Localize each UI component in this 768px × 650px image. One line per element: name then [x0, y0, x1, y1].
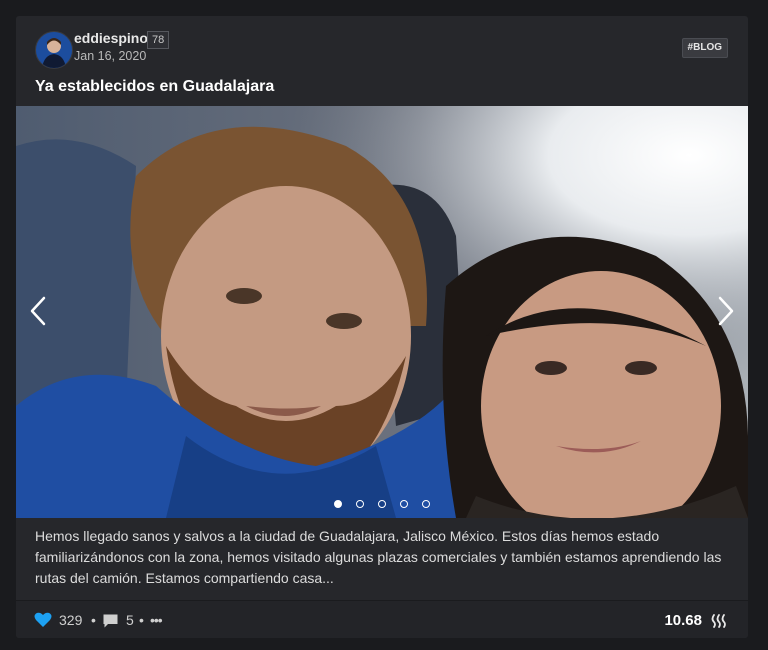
post-card: eddiespino 78 Jan 16, 2020 #BLOG Ya esta… — [16, 16, 748, 638]
more-icon[interactable]: ••• — [150, 612, 163, 628]
post-footer: 329 • 5 • ••• 10.68 — [16, 600, 748, 638]
carousel-dot[interactable] — [356, 500, 364, 508]
separator: • — [91, 612, 96, 628]
post-header: eddiespino 78 Jan 16, 2020 #BLOG Ya esta… — [16, 16, 748, 106]
carousel-dot[interactable] — [400, 500, 408, 508]
post-title[interactable]: Ya establecidos en Guadalajara — [35, 78, 274, 96]
image-carousel[interactable] — [16, 106, 748, 518]
separator: • — [139, 612, 144, 628]
post-photo[interactable] — [16, 106, 748, 518]
author-name[interactable]: eddiespino — [74, 30, 148, 46]
heart-icon[interactable] — [34, 612, 52, 628]
post-date[interactable]: Jan 16, 2020 — [74, 49, 146, 63]
chevron-right-icon[interactable] — [710, 294, 740, 328]
avatar[interactable] — [35, 31, 73, 69]
comment-icon[interactable] — [102, 613, 119, 629]
chevron-left-icon[interactable] — [24, 294, 54, 328]
post-excerpt[interactable]: Hemos llegado sanos y salvos a la ciudad… — [35, 526, 735, 589]
steem-icon — [711, 614, 726, 628]
tag-badge[interactable]: #BLOG — [681, 38, 728, 58]
reputation-badge: 78 — [147, 31, 170, 49]
carousel-dots — [16, 500, 748, 508]
payout-value[interactable]: 10.68 — [664, 612, 702, 629]
carousel-dot[interactable] — [334, 500, 342, 508]
carousel-dot[interactable] — [422, 500, 430, 508]
comment-count[interactable]: 5 — [126, 612, 134, 628]
carousel-dot[interactable] — [378, 500, 386, 508]
vote-count[interactable]: 329 — [59, 612, 82, 628]
